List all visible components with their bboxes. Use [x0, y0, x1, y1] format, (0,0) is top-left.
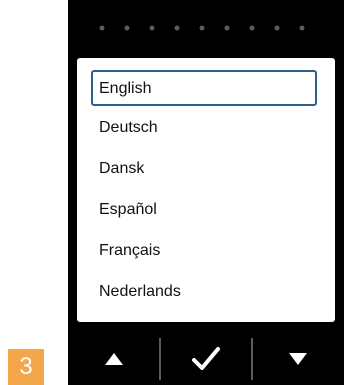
page-dot — [249, 25, 255, 31]
scroll-down-button[interactable] — [252, 332, 344, 385]
page-dot — [274, 25, 280, 31]
language-option-english[interactable]: English — [91, 70, 317, 106]
page-dot — [174, 25, 180, 31]
scroll-up-button[interactable] — [68, 332, 160, 385]
page-dot — [124, 25, 130, 31]
language-label: Dansk — [99, 160, 145, 177]
language-list: English Deutsch Dansk Español Français N… — [77, 58, 335, 322]
language-label: Nederlands — [99, 283, 181, 300]
triangle-down-icon — [289, 352, 307, 365]
language-option-espanol[interactable]: Español — [91, 193, 317, 229]
bottom-button-bar — [68, 332, 344, 385]
checkmark-icon — [192, 346, 220, 370]
page-dot — [299, 25, 305, 31]
triangle-up-icon — [105, 352, 123, 365]
language-label: Deutsch — [99, 119, 158, 136]
language-option-dansk[interactable]: Dansk — [91, 152, 317, 188]
language-label: English — [99, 80, 152, 97]
page-indicator-dots — [99, 25, 305, 31]
page-indicator — [68, 0, 344, 58]
page-dot — [199, 25, 205, 31]
language-option-nederlands[interactable]: Nederlands — [91, 275, 317, 311]
language-label: Français — [99, 242, 161, 259]
confirm-button[interactable] — [160, 332, 252, 385]
page-dot — [99, 25, 105, 31]
language-option-francais[interactable]: Français — [91, 234, 317, 270]
page-dot — [224, 25, 230, 31]
step-number-badge: 3 — [8, 349, 44, 385]
device-screen: English Deutsch Dansk Español Français N… — [68, 0, 344, 385]
page-dot — [149, 25, 155, 31]
language-label: Español — [99, 201, 157, 218]
language-option-deutsch[interactable]: Deutsch — [91, 111, 317, 147]
